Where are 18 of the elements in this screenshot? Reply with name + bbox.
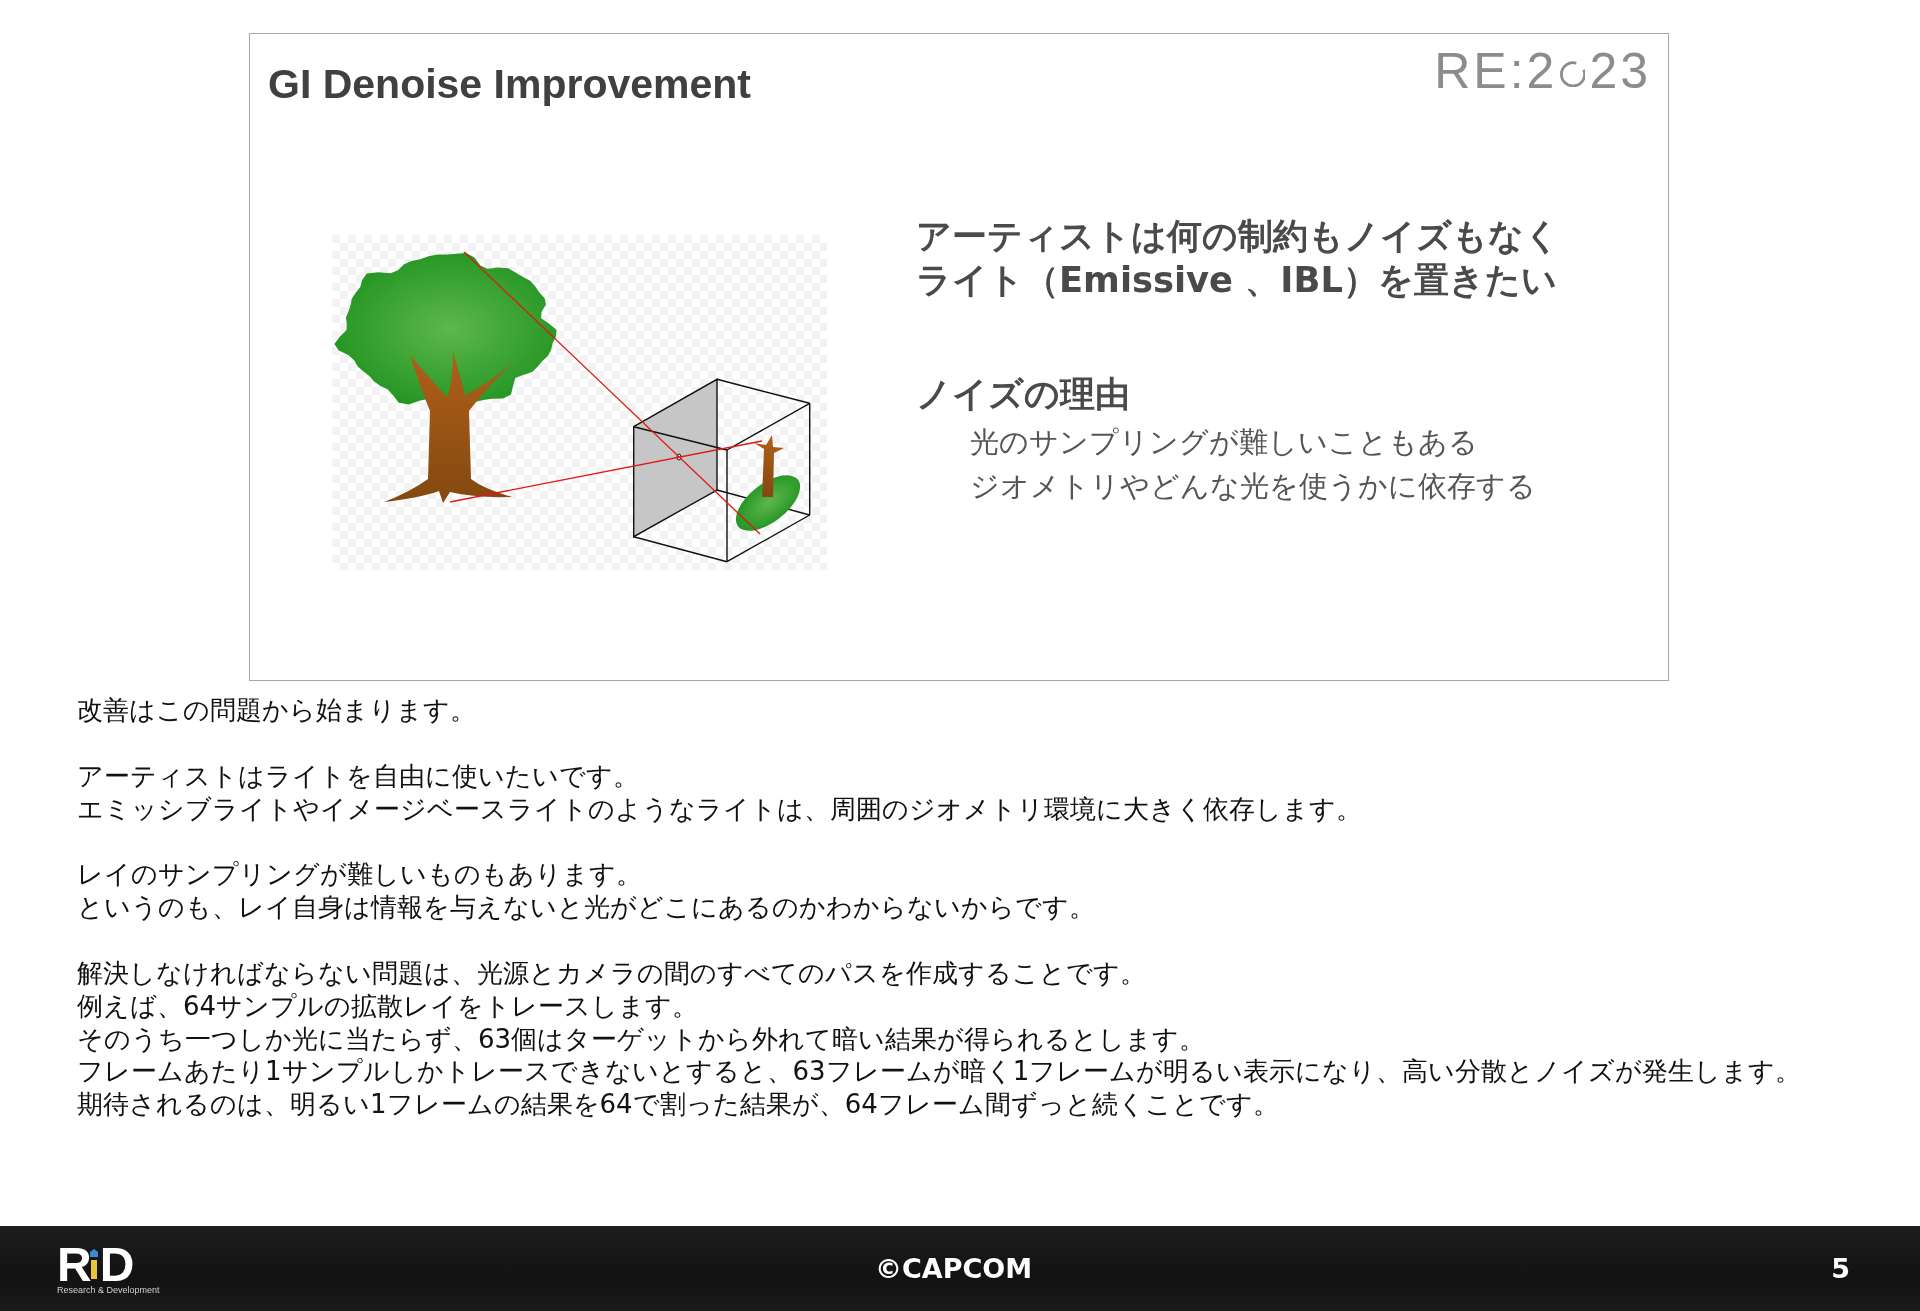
notes-paragraph: 解決しなければならない問題は、光源とカメラの間のすべてのパスを作成することです。 例えば、64サンプルの拡散レイをトレースします。 そのうち一つしか光に当たらず、63個はターゲットから外れて暗い結果が得られるとします。 フレームあたり1サンプルしかトレースできないとすると、63フレームが暗く1フレームが明るい表示になり、高い分散とノイズが発生します。 期待されるのは、明るい1フレームの結果を64で割った結果が、64フレーム間ずっと続くことです。 bbox=[77, 957, 1802, 1121]
slide-title: GI Denoise Improvement bbox=[268, 60, 751, 108]
section-heading: ノイズの理由 bbox=[916, 372, 1130, 416]
notes-paragraph: レイのサンプリングが難しいものもあります。 というのも、レイ自身は情報を与えないと光がどこにあるのかわからないからです。 bbox=[77, 858, 1095, 924]
logo-letter: D bbox=[99, 1245, 133, 1285]
list-item-text: 光のサンプリングが難しいこともある bbox=[970, 424, 1478, 461]
accent-icon bbox=[89, 1249, 98, 1279]
list-item-text: ジオメトリやどんな光を使うかに依存する bbox=[970, 468, 1536, 505]
copyright-text: ©CAPCOM bbox=[874, 1252, 1033, 1285]
logo-tagline: Research & Development bbox=[57, 1285, 160, 1296]
page-number: 5 bbox=[1831, 1252, 1850, 1285]
notes-paragraph: 改善はこの問題から始まります。 bbox=[77, 694, 476, 727]
event-logo-text: RE:2 bbox=[1434, 46, 1558, 96]
ring-icon bbox=[1559, 61, 1586, 87]
headline: アーティストは何の制約もノイズもなく ライト（Emissive 、IBL）を置きたい bbox=[916, 214, 1560, 302]
event-logo-text: 23 bbox=[1589, 46, 1651, 96]
notes-paragraph: アーティストはライトを自由に使いたいです。 エミッシブライトやイメージベースライトのようなライトは、周囲のジオメトリ環境に大きく依存します。 bbox=[77, 759, 1362, 826]
logo-letter: R bbox=[57, 1245, 90, 1285]
